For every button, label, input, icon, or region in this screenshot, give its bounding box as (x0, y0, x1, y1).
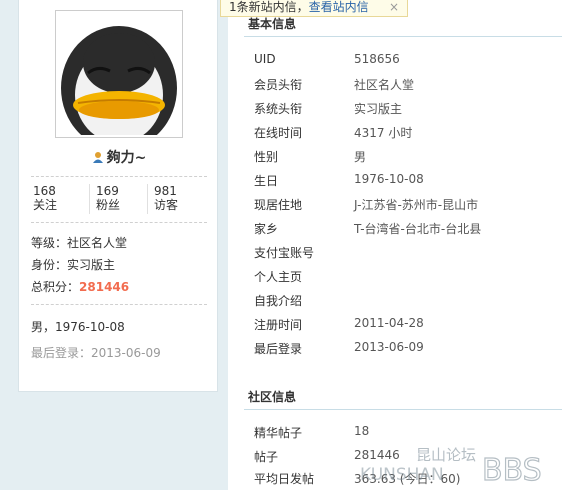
stat-label: 访客 (154, 198, 179, 212)
stat-label: 关注 (33, 198, 58, 212)
field-value: 1976-10-08 (354, 172, 424, 186)
identity-value: 实习版主 (67, 258, 116, 272)
field-label: 自我介绍 (254, 294, 303, 308)
profile-details: 基本信息 UID 518656 会员头衔 社区名人堂 系统头衔 实习版主 在线时间 43… (228, 0, 562, 490)
level-label: 等级： (31, 236, 68, 250)
field-value: 4317 小时 (354, 126, 413, 140)
field-label: 现居住地 (254, 198, 303, 212)
watermark-en: KUNSHAN (360, 465, 444, 485)
section-divider (244, 409, 562, 410)
row-register-time: 注册时间 2011-04-28 (254, 316, 554, 336)
section-divider (244, 36, 562, 37)
field-label: 个人主页 (254, 270, 303, 284)
field-label: 家乡 (254, 222, 279, 236)
field-label: 系统头衔 (254, 102, 303, 116)
field-label: UID (254, 52, 276, 66)
stats: 168 关注 169 粉丝 981 访客 (31, 184, 207, 214)
field-value: 实习版主 (354, 102, 403, 116)
divider (31, 304, 207, 305)
identity-label: 身份： (31, 258, 68, 272)
forum-watermark-logo: 昆山论坛 KUNSHAN BBS (360, 446, 542, 486)
field-value: 2011-04-28 (354, 316, 424, 330)
field-label: 平均日发帖 (254, 472, 315, 486)
field-label: 精华帖子 (254, 426, 303, 440)
row-bio: 自我介绍 (254, 292, 554, 312)
divider (31, 176, 207, 177)
divider (31, 222, 207, 223)
field-value: 社区名人堂 (354, 78, 415, 92)
row-system-title: 系统头衔 实习版主 (254, 100, 554, 120)
profile-card: 夠力~ 168 关注 169 粉丝 981 访客 等级：社区名人堂 身份：实习版… (18, 0, 218, 392)
stat-followers[interactable]: 169 粉丝 (89, 184, 145, 214)
stat-visitors[interactable]: 981 访客 (147, 184, 203, 214)
stat-label: 粉丝 (96, 198, 121, 212)
stat-value: 169 (96, 184, 119, 198)
row-birthday: 生日 1976-10-08 (254, 172, 554, 192)
user-icon (92, 152, 103, 163)
penguin-avatar-image (58, 13, 180, 135)
field-label: 会员头衔 (254, 78, 303, 92)
field-value: 2013-06-09 (354, 340, 424, 354)
field-label: 注册时间 (254, 318, 303, 332)
row-hometown: 家乡 T-台湾省-台北市-台北县 (254, 220, 554, 240)
level-value[interactable]: 社区名人堂 (67, 236, 127, 250)
field-label: 最后登录 (254, 342, 303, 356)
row-homepage: 个人主页 (254, 268, 554, 288)
score-value: 281446 (79, 280, 130, 294)
field-label: 在线时间 (254, 126, 303, 140)
username[interactable]: 夠力~ (19, 147, 219, 167)
field-label: 性别 (254, 150, 279, 164)
field-value: T-台湾省-台北市-台北县 (354, 222, 482, 236)
row-uid: UID 518656 (254, 52, 554, 72)
row-residence: 现居住地 J-江苏省-苏州市-昆山市 (254, 196, 554, 216)
field-value: 男 (354, 150, 367, 164)
message-notice: 1条新站内信，查看站内信 × (220, 0, 408, 17)
field-value[interactable]: 18 (354, 424, 369, 438)
row-member-title: 会员头衔 社区名人堂 (254, 76, 554, 96)
field-label: 支付宝账号 (254, 246, 315, 260)
field-label: 生日 (254, 174, 279, 188)
community-info-title: 社区信息 (248, 390, 297, 404)
row-online-time: 在线时间 4317 小时 (254, 124, 554, 144)
level-line: 等级：社区名人堂 (31, 234, 127, 251)
row-gender: 性别 男 (254, 148, 554, 168)
close-icon[interactable]: × (389, 0, 399, 14)
field-value: J-江苏省-苏州市-昆山市 (354, 198, 479, 212)
field-value: 518656 (354, 52, 400, 66)
score-line: 总积分：281446 (31, 278, 129, 295)
view-messages-link[interactable]: 查看站内信 (309, 0, 369, 14)
avatar[interactable] (55, 10, 183, 138)
gender-birthday: 男，1976-10-08 (31, 320, 125, 334)
field-label: 帖子 (254, 450, 279, 464)
basic-info-title: 基本信息 (248, 17, 297, 31)
score-label: 总积分： (31, 280, 80, 294)
notice-text: 1条新站内信， (229, 0, 309, 14)
username-text: 夠力~ (106, 150, 147, 166)
row-alipay: 支付宝账号 (254, 244, 554, 264)
watermark-bbs: BBS (482, 453, 542, 486)
identity-line: 身份：实习版主 (31, 256, 115, 273)
stat-following[interactable]: 168 关注 (31, 184, 87, 214)
row-last-login: 最后登录 2013-06-09 (254, 340, 554, 360)
stat-value: 981 (154, 184, 177, 198)
watermark-cn: 昆山论坛 (416, 446, 476, 464)
last-login: 最后登录：2013-06-09 (31, 346, 161, 360)
stat-value: 168 (33, 184, 56, 198)
